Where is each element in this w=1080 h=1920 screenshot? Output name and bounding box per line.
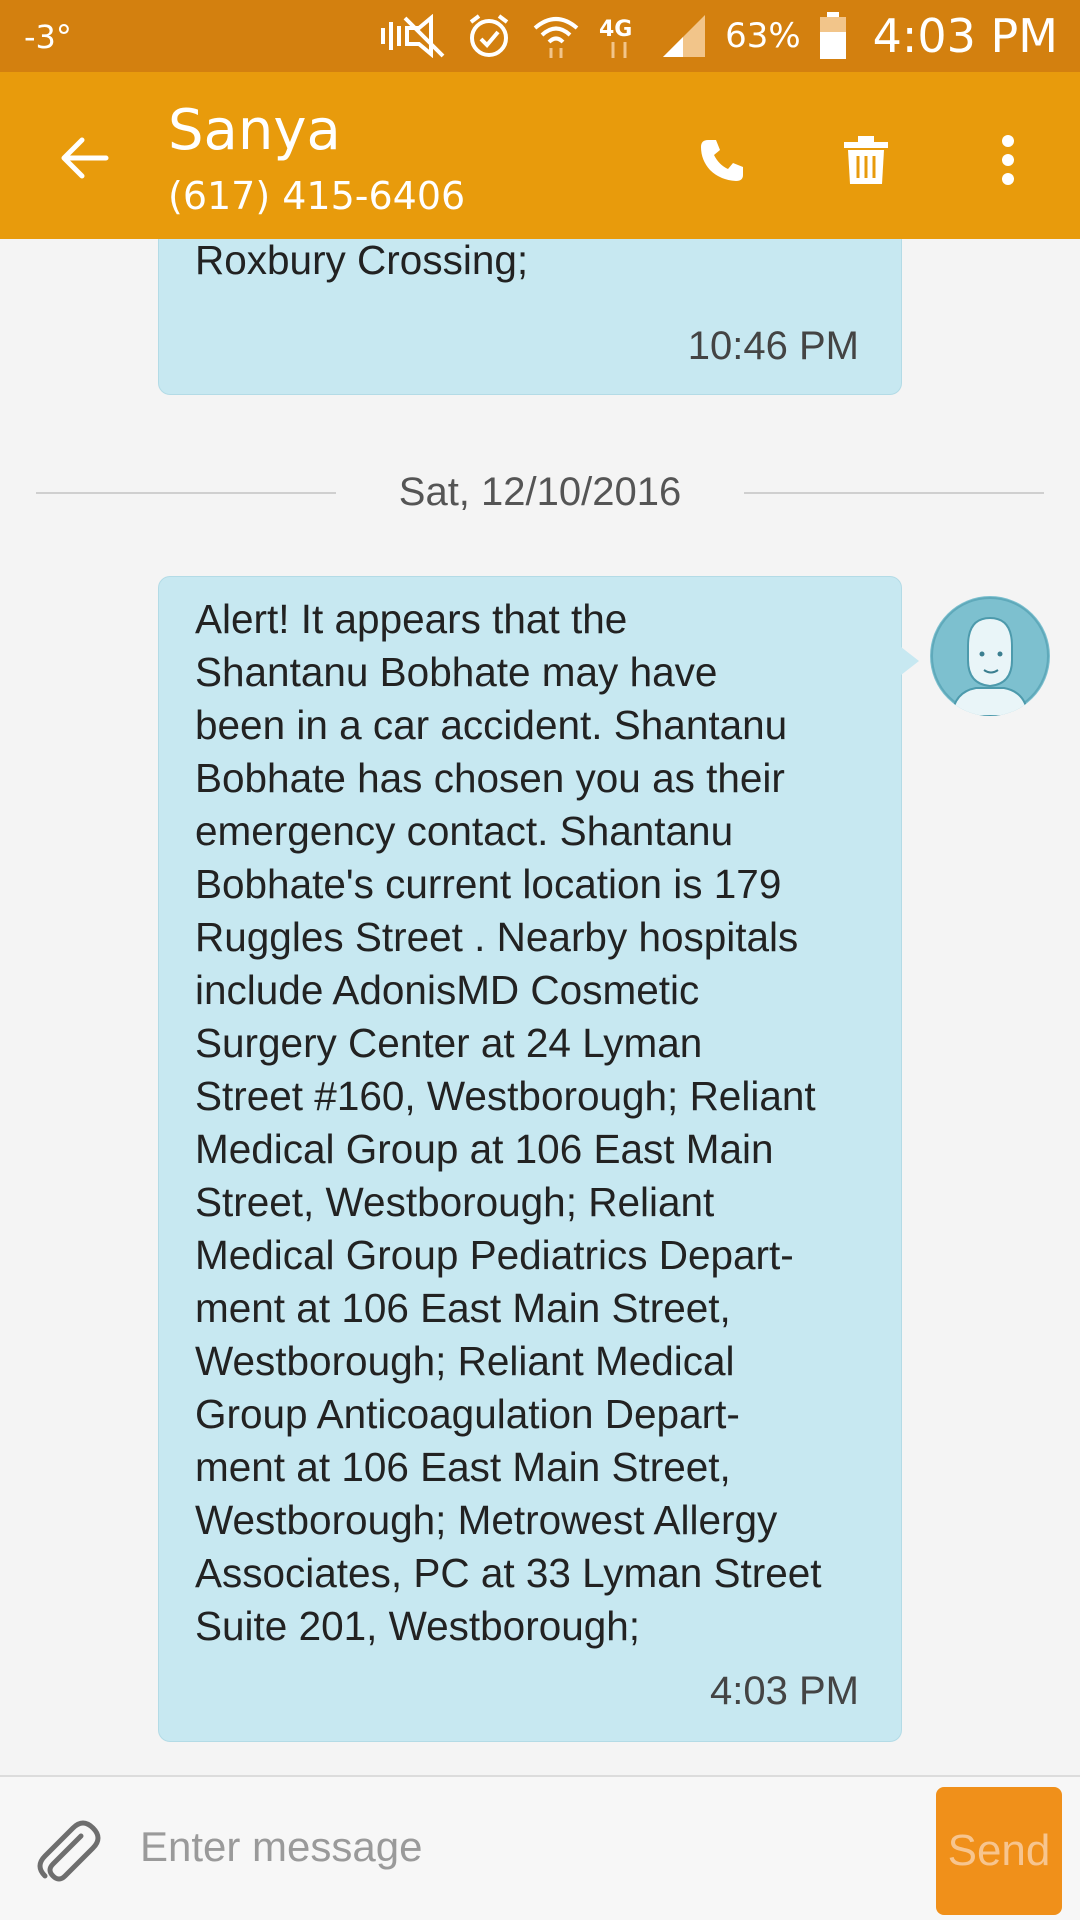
send-button[interactable]: Send (936, 1787, 1062, 1915)
message-text: Alert! It appears that the Shantanu Bobh… (195, 596, 822, 1649)
contact-avatar[interactable] (930, 596, 1050, 716)
message-bubble[interactable]: Alert! It appears that the Shantanu Bobh… (158, 576, 919, 1742)
temperature-readout: -3° (24, 18, 72, 56)
alarm-icon (465, 12, 513, 60)
date-divider: Sat, 12/10/2016 (36, 470, 1044, 526)
back-button[interactable] (50, 124, 118, 192)
contact-number: (617) 415-6406 (168, 174, 466, 218)
message-timestamp: 10:46 PM (687, 324, 859, 368)
signal-icon (661, 13, 707, 59)
delete-button[interactable] (834, 128, 898, 192)
paperclip-icon (37, 1820, 101, 1882)
status-icons: 4G 63% 4:03 PM (377, 8, 1058, 64)
messaging-screen: MD at 120 Parker Hill Avenue, Roxbury Cr… (0, 0, 1080, 1920)
more-vert-icon (1002, 135, 1014, 185)
conversation-header: Sanya (617) 415-6406 (0, 72, 1080, 239)
call-button[interactable] (690, 128, 754, 192)
arrow-left-icon (61, 137, 109, 179)
svg-text:4G: 4G (599, 17, 632, 42)
attach-button[interactable] (28, 1813, 108, 1893)
more-options-button[interactable] (988, 128, 1028, 192)
phone-icon (701, 140, 743, 181)
battery-percent: 63% (725, 16, 801, 56)
message-composer: Send (0, 1775, 1080, 1920)
divider-line (744, 492, 1044, 494)
message-timestamp: 4:03 PM (710, 1669, 859, 1713)
clock: 4:03 PM (872, 9, 1058, 63)
wifi-icon (531, 12, 581, 60)
battery-icon (819, 12, 847, 60)
status-bar: -3° 4G 63% 4:03 PM (0, 0, 1080, 72)
contact-name: Sanya (168, 98, 341, 163)
conversation-thread[interactable]: MD at 120 Parker Hill Avenue, Roxbury Cr… (0, 0, 1080, 1775)
trash-icon (844, 136, 888, 184)
bubble-tail (901, 647, 919, 675)
message-input[interactable] (140, 1807, 900, 1887)
lte-icon: 4G (599, 12, 643, 60)
person-icon (931, 597, 1049, 716)
mute-icon (377, 14, 447, 58)
